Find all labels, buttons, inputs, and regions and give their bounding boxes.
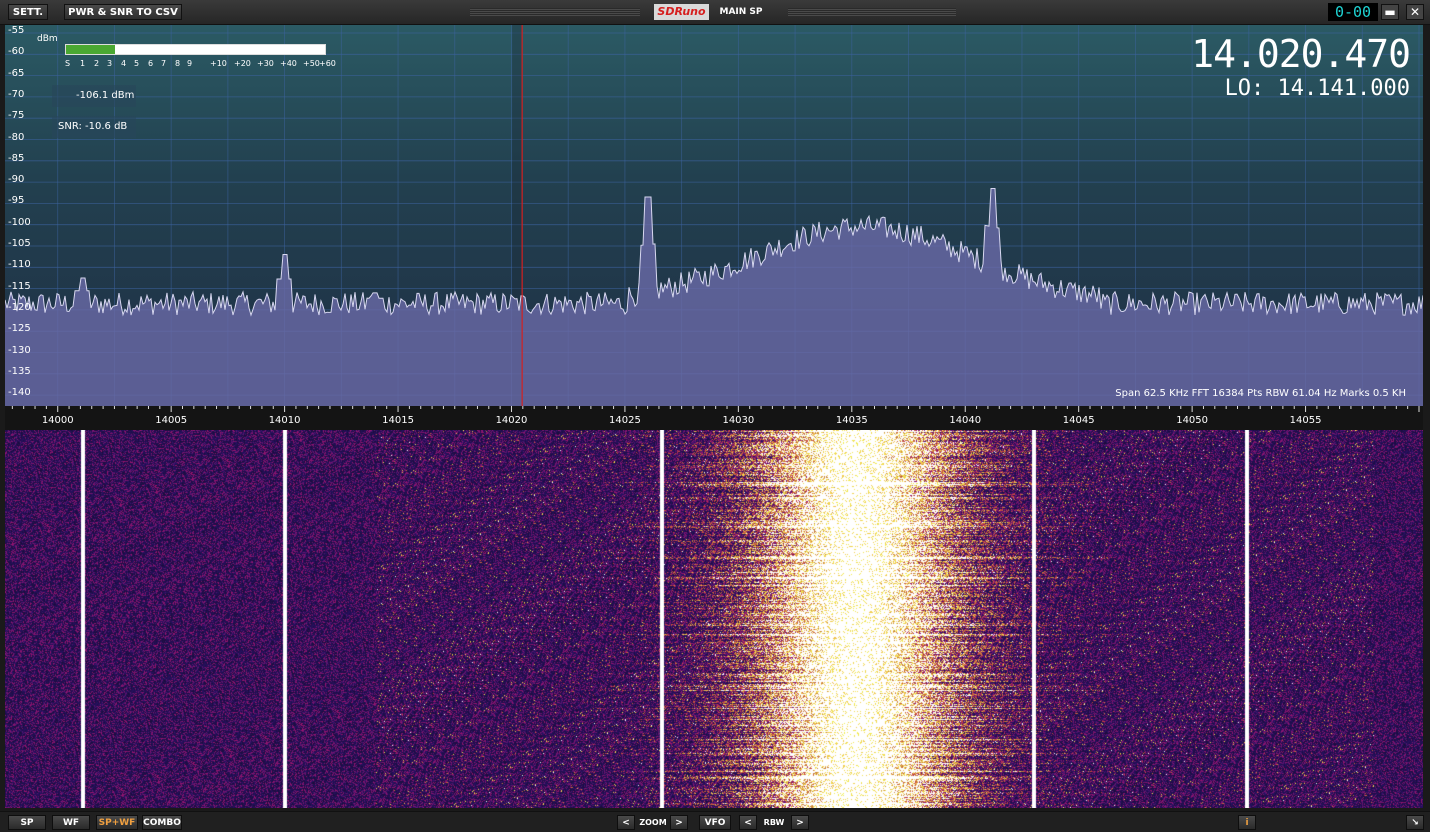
vfo-frequency[interactable]: 14.020.470 [1191,34,1411,74]
x-tick-label: 14050 [1176,415,1209,426]
s-meter-tick: S [65,59,71,68]
y-tick-label: -100 [8,216,31,228]
s-meter-tick: 4 [121,59,127,68]
sdruno-logo: SDRuno [654,4,709,20]
rbw-prev-button[interactable]: < [739,815,757,830]
y-tick-label: -65 [8,67,25,79]
rbw-next-button[interactable]: > [791,815,809,830]
s-meter-tick: 8 [175,59,181,68]
x-tick-label: 14000 [41,415,74,426]
s-meter-tick: 5 [134,59,140,68]
s-meter-tick: 9 [187,59,193,68]
y-tick-label: -135 [8,365,31,377]
s-meter-tick: +60 [319,59,336,68]
y-tick-label: -95 [8,195,25,207]
s-meter-tick: +10 [210,59,227,68]
s-meter-tick: 2 [94,59,100,68]
spectrum-display[interactable] [5,25,1423,406]
x-tick-label: 14015 [382,415,414,426]
s-meter-tick: 1 [80,59,86,68]
drag-grip-left[interactable] [470,8,640,16]
y-tick-label: -130 [8,344,31,356]
spectrum-info: Span 62.5 KHz FFT 16384 Pts RBW 61.04 Hz… [1115,388,1406,399]
y-tick-label: -75 [8,110,25,122]
waterfall-canvas [5,430,1423,808]
y-tick-label: -90 [8,174,25,186]
y-tick-label: -105 [8,238,31,249]
snr-value: SNR: -10.6 dB [58,121,128,132]
spectrum-plot [5,25,1423,406]
zoom-label: ZOOM [639,818,667,827]
x-tick-label: 14045 [1062,415,1095,426]
s-meter-tick: +30 [257,59,274,68]
combo-button[interactable]: COMBO [142,815,182,830]
minimize-icon[interactable]: ▬ [1381,4,1399,20]
x-tick-label: 14055 [1289,415,1322,426]
y-axis-labels: -55 -60 -65 -70 -75 -80 -85 -90 -95 -100 -105 -110 -… [0,25,36,410]
y-tick-label: -140 [8,387,31,399]
s-meter-fill [66,45,116,54]
close-icon[interactable]: ✕ [1406,4,1424,20]
rbw-label: RBW [763,818,785,827]
waterfall-display[interactable] [5,430,1423,808]
axis-ticks [11,406,1420,412]
y-tick-label: -85 [8,152,25,164]
s-meter-bar [65,44,326,55]
bottom-toolbar: SP WF SP+WF COMBO < ZOOM > VFO < RBW > i… [0,811,1430,832]
x-tick-label: 14020 [495,415,528,426]
y-tick-label: -70 [8,88,25,100]
power-value: -106.1 dBm [76,90,135,101]
power-readout: -106.1 dBm [52,85,136,107]
x-tick-label: 14040 [949,415,982,426]
s-meter-tick: 3 [107,59,113,68]
x-tick-label: 14035 [835,415,868,426]
sp-button[interactable]: SP [8,815,46,830]
wf-button[interactable]: WF [52,815,90,830]
zoom-out-button[interactable]: < [617,815,635,830]
x-tick-label: 14005 [155,415,188,426]
x-tick-label: 14010 [268,415,301,426]
zoom-in-button[interactable]: > [670,815,688,830]
x-tick-label: 14025 [609,415,641,426]
y-tick-label: -55 [8,25,25,36]
vfo-button[interactable]: VFO [699,815,731,830]
lo-frequency[interactable]: LO: 14.141.000 [1225,76,1410,102]
y-tick-label: -60 [8,46,25,58]
y-tick-label: -125 [8,323,31,335]
clock-display: 0-00 [1328,3,1378,21]
y-tick-label: -110 [8,259,31,271]
y-tick-label: -80 [8,131,25,143]
snr-readout: SNR: -10.6 dB [52,116,136,138]
s-meter-tick: +20 [234,59,251,68]
resize-icon[interactable]: ↘ [1406,815,1424,830]
sp-wf-button[interactable]: SP+WF [96,815,138,830]
window-name: MAIN SP [719,7,763,17]
info-icon[interactable]: i [1238,815,1256,830]
settings-button[interactable]: SETT. [8,4,48,20]
title-bar: SETT. PWR & SNR TO CSV SDRuno MAIN SP 0-… [0,0,1430,25]
y-tick-label: -115 [8,280,31,292]
s-meter-tick: +50 [303,59,320,68]
y-tick-label: -120 [8,301,31,313]
drag-grip-right[interactable] [788,8,956,16]
s-meter-tick: +40 [280,59,297,68]
x-tick-label: 14030 [722,415,755,426]
export-csv-button[interactable]: PWR & SNR TO CSV [64,4,182,20]
spectrum-fill [5,188,1423,406]
s-meter-tick: 6 [148,59,154,68]
s-meter-tick: 7 [161,59,167,68]
unit-label: dBm [37,34,58,44]
frequency-axis[interactable]: 14000 14005 14010 14015 14020 14025 14030 14035… [5,406,1423,430]
